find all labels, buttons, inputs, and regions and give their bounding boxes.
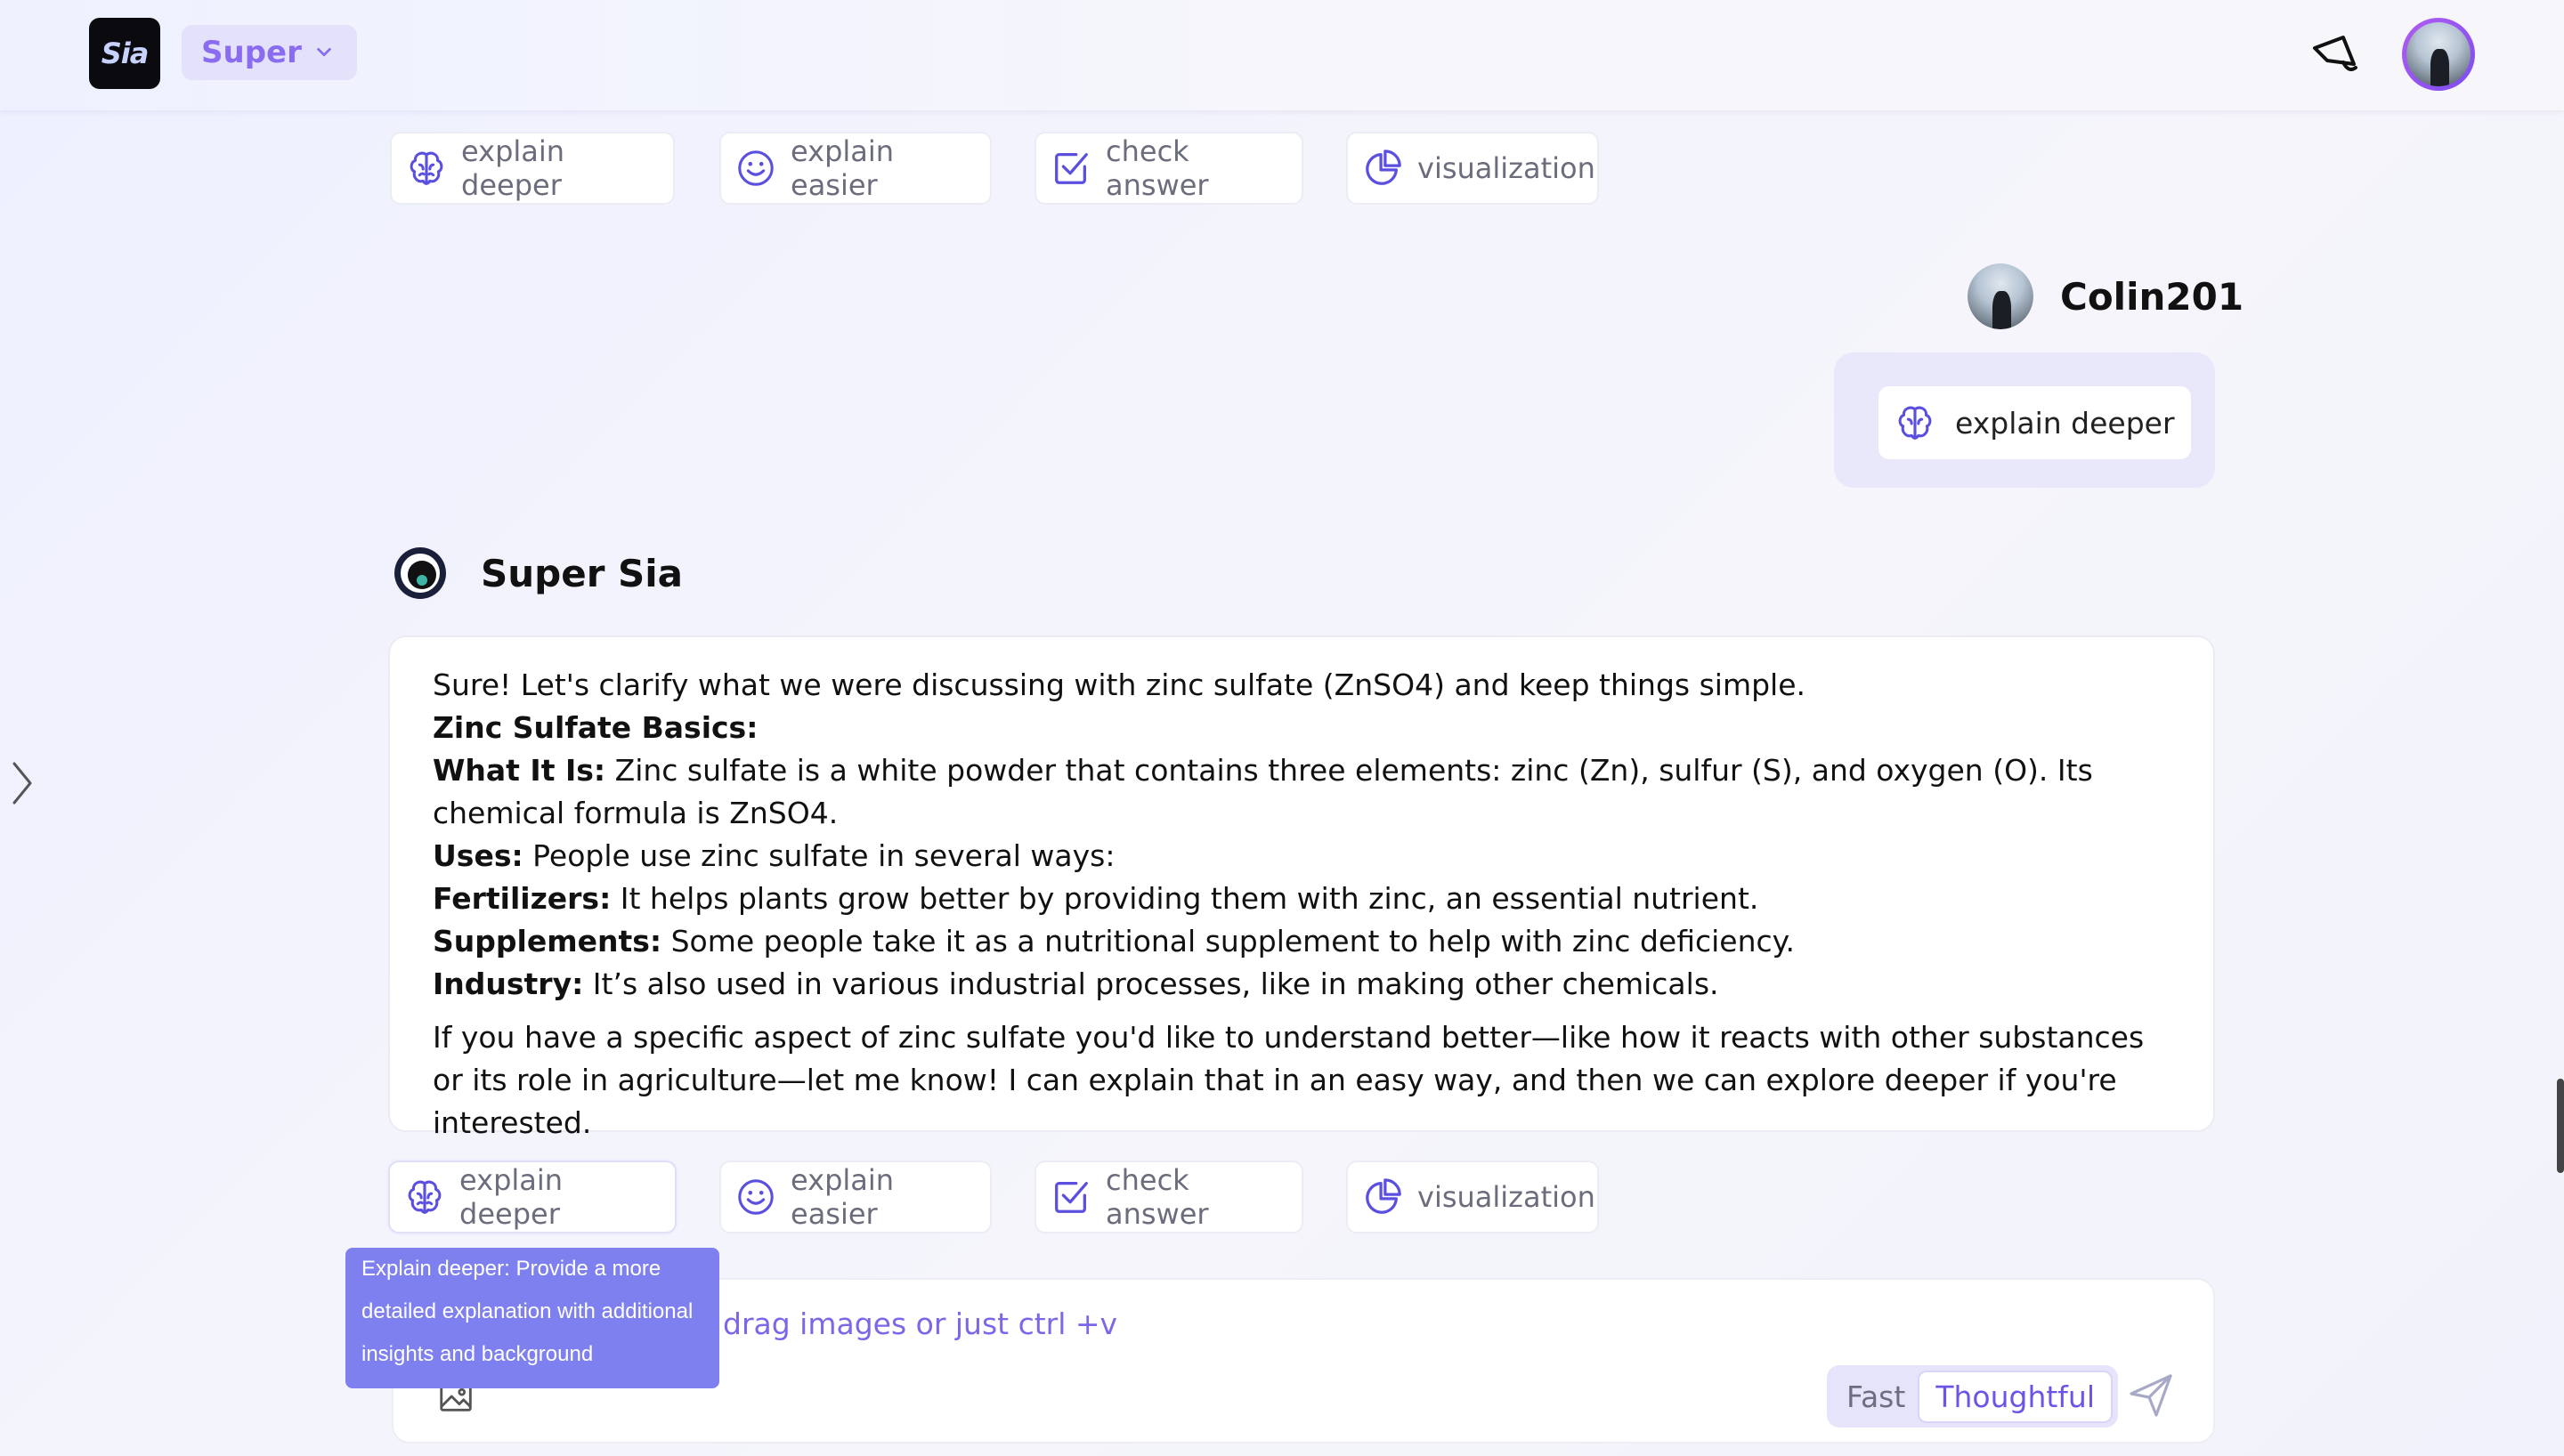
check-answer-button[interactable]: check answer: [1035, 132, 1303, 205]
composer-placeholder: drag images or just ctrl +v: [723, 1306, 1118, 1341]
response-intro: Sure! Let's clarify what we were discuss…: [433, 667, 1805, 702]
bot-response-card: Sure! Let's clarify what we were discuss…: [388, 635, 2215, 1140]
bot-message-header: Super Sia: [392, 545, 683, 602]
explain-easier-label: explain easier: [791, 1163, 895, 1231]
smile-icon: [738, 1179, 774, 1215]
user-explain-deeper-chip: explain deeper: [1878, 386, 2191, 459]
speed-thoughtful-option[interactable]: Thoughtful: [1918, 1370, 2113, 1423]
sidebar-expand-chevron-icon[interactable]: [7, 758, 39, 808]
response-what-it-is: What It Is: Zinc sulfate is a white powd…: [433, 753, 2093, 830]
visualization-button[interactable]: visualization: [1346, 1161, 1599, 1234]
explain-deeper-button[interactable]: explain deeper: [388, 1161, 677, 1234]
explain-easier-button[interactable]: explain easier: [719, 1161, 992, 1234]
scrollbar-thumb[interactable]: [2557, 1079, 2564, 1173]
chevron-down-icon: [317, 47, 331, 57]
brain-icon: [408, 1180, 442, 1214]
explain-deeper-button[interactable]: explain deeper: [390, 132, 675, 205]
response-closing: If you have a specific aspect of zinc su…: [433, 1020, 2145, 1140]
smile-icon: [738, 150, 774, 186]
response-industry: Industry: It’s also used in various indu…: [433, 967, 1719, 1001]
speed-toggle[interactable]: Fast Thoughtful: [1827, 1365, 2118, 1428]
check-answer-label: check answer: [1106, 134, 1209, 202]
brain-icon: [1898, 406, 1932, 440]
response-fertilizers: Fertilizers: It helps plants grow better…: [433, 881, 1759, 916]
super-sia-avatar-icon: [394, 547, 446, 599]
visualization-label: visualization: [1417, 1180, 1595, 1214]
checkbox-icon: [1055, 1182, 1088, 1213]
explain-easier-button[interactable]: explain easier: [719, 132, 992, 205]
visualization-button[interactable]: visualization: [1346, 132, 1599, 205]
check-answer-label: check answer: [1106, 1163, 1209, 1231]
user-chip-label: explain deeper: [1955, 405, 2175, 441]
send-icon[interactable]: [2126, 1371, 2176, 1420]
brain-icon: [410, 151, 443, 185]
explain-deeper-label: explain deeper: [459, 1163, 564, 1231]
megaphone-icon[interactable]: [2308, 25, 2365, 82]
bot-name: Super Sia: [481, 551, 684, 595]
explain-easier-label: explain easier: [791, 134, 895, 202]
checkbox-icon: [1055, 153, 1088, 184]
check-answer-button[interactable]: check answer: [1035, 1161, 1303, 1234]
response-supplements: Supplements: Some people take it as a nu…: [433, 924, 1795, 959]
response-uses: Uses: People use zinc sulfate in several…: [433, 838, 1116, 873]
pie-chart-icon: [1366, 1178, 1401, 1214]
explain-deeper-label: explain deeper: [461, 134, 565, 202]
pie-chart-icon: [1366, 150, 1401, 185]
profile-avatar[interactable]: [2402, 18, 2475, 91]
mode-dropdown[interactable]: Super: [182, 25, 357, 80]
speed-fast-option[interactable]: Fast: [1846, 1379, 1905, 1414]
user-message-header: Colin201: [1968, 263, 2244, 329]
sia-logo[interactable]: Sia: [89, 18, 160, 89]
user-message-bubble: explain deeper: [1834, 352, 2215, 488]
explain-deeper-tooltip: Explain deeper: Provide a more detailed …: [345, 1248, 719, 1388]
top-bar: Sia Super: [0, 0, 2564, 110]
user-avatar: [1968, 263, 2033, 329]
mode-label: Super: [201, 35, 302, 70]
visualization-label: visualization: [1417, 151, 1595, 185]
user-name: Colin201: [2060, 274, 2244, 319]
response-heading: Zinc Sulfate Basics:: [433, 710, 759, 745]
